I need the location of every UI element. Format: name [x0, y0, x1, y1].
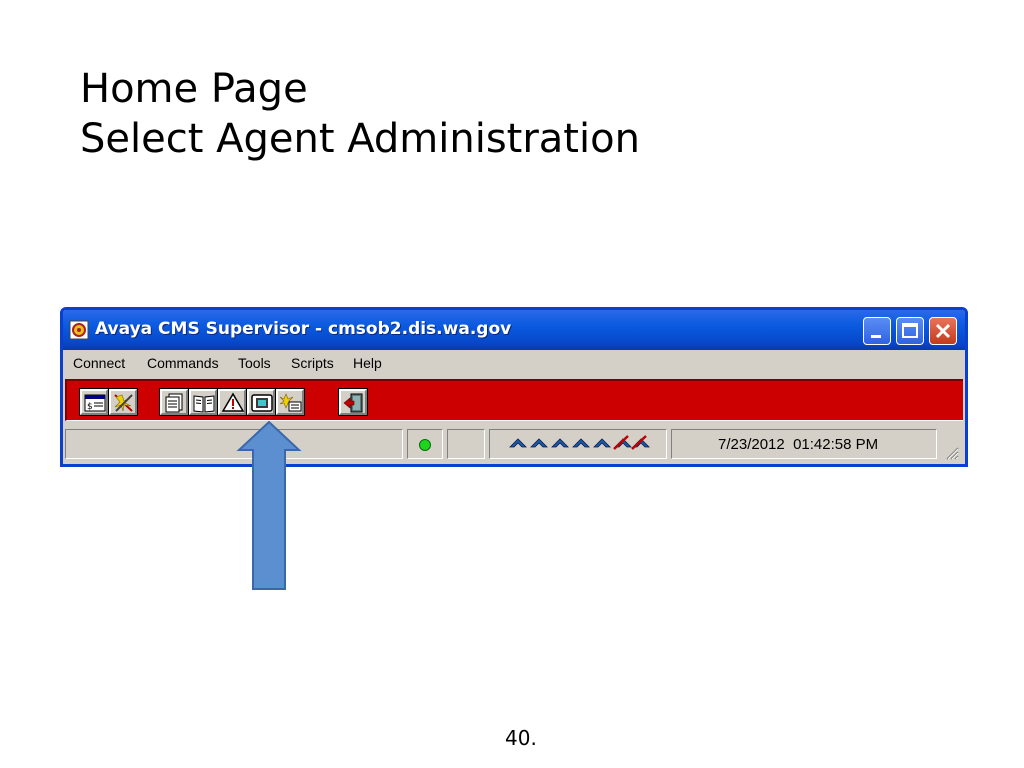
toolbar-group-2 [159, 388, 305, 416]
dictionary-icon [193, 395, 215, 413]
status-bar: 7/23/2012 01:42:58 PM [63, 424, 965, 464]
acd-status-icons [509, 435, 650, 450]
menu-commands[interactable]: Commands [147, 355, 219, 371]
minimize-icon [871, 335, 881, 338]
exit-button[interactable] [339, 389, 367, 415]
scripts-button[interactable] [160, 389, 188, 415]
status-panel-datetime: 7/23/2012 01:42:58 PM [671, 429, 937, 459]
slide-title-line2: Select Agent Administration [80, 116, 640, 162]
status-datetime: 7/23/2012 01:42:58 PM [718, 436, 879, 453]
status-panel-acd [489, 429, 667, 459]
menu-tools[interactable]: Tools [238, 355, 271, 371]
title-bar[interactable]: Avaya CMS Supervisor - cmsob2.dis.wa.gov [63, 310, 965, 350]
avaya-app-icon [69, 320, 89, 340]
close-button[interactable] [929, 317, 957, 345]
tools-sparkle-icon [114, 394, 133, 412]
close-icon [935, 323, 951, 339]
toolbar-group-3 [338, 388, 368, 416]
toolbar: $ [65, 379, 963, 421]
real-time-button[interactable] [109, 389, 137, 415]
connection-status-icon [419, 439, 431, 451]
maximize-button[interactable] [896, 317, 924, 345]
scripts-icon [165, 393, 183, 413]
dictionary-button[interactable] [189, 389, 217, 415]
maximize-icon [902, 323, 918, 338]
status-panel-blank [447, 429, 485, 459]
page-number: 40. [505, 726, 537, 750]
exceptions-button[interactable] [218, 389, 246, 415]
reports-button[interactable]: $ [80, 389, 108, 415]
status-panel-message [65, 429, 403, 459]
menu-bar: Connect Commands Tools Scripts Help [63, 350, 965, 378]
resize-grip-icon[interactable] [945, 446, 959, 460]
pointer-arrow-icon [236, 420, 302, 590]
cms-supervisor-window: Avaya CMS Supervisor - cmsob2.dis.wa.gov… [60, 307, 968, 467]
exceptions-icon [221, 392, 245, 412]
call-center-administration-icon [279, 393, 302, 412]
slide-title: Home Page Select Agent Administration [80, 64, 640, 164]
call-center-administration-button[interactable] [276, 389, 304, 415]
agent-administration-icon [251, 394, 273, 412]
menu-connect[interactable]: Connect [73, 355, 125, 371]
agent-administration-button[interactable] [247, 389, 275, 415]
window-title: Avaya CMS Supervisor - cmsob2.dis.wa.gov [95, 319, 512, 339]
toolbar-group-1: $ [79, 388, 138, 416]
exit-icon [343, 393, 363, 413]
status-panel-connection [407, 429, 443, 459]
svg-text:$: $ [87, 402, 93, 412]
reports-icon: $ [84, 394, 106, 412]
menu-scripts[interactable]: Scripts [291, 355, 334, 371]
menu-help[interactable]: Help [353, 355, 382, 371]
slide-title-line1: Home Page [80, 66, 308, 112]
minimize-button[interactable] [863, 317, 891, 345]
